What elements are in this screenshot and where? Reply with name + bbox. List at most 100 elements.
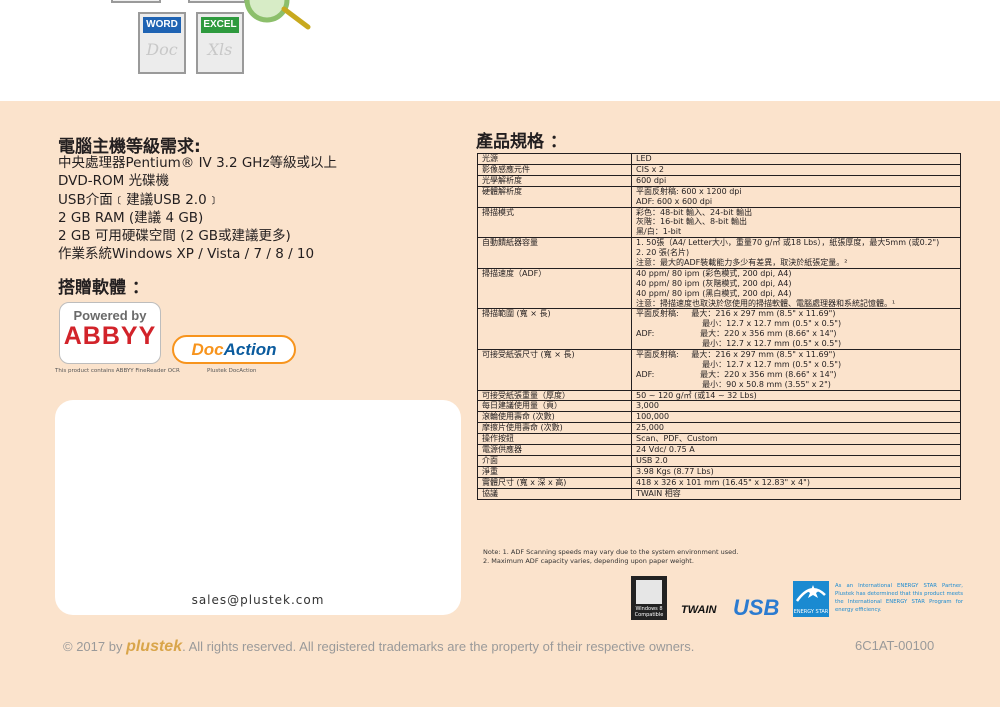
energy-star-statement: As an International ENERGY STAR Partner,… — [835, 583, 963, 613]
requirement-item: 中央處理器Pentium® IV 3.2 GHz等級或以上 — [58, 155, 338, 171]
spec-label: 光源 — [477, 153, 632, 165]
spec-note: Note: 1. ADF Scanning speeds may vary du… — [483, 548, 739, 556]
spec-value-line: 最小：90 x 50.8 mm (3.55" x 2") — [636, 379, 831, 389]
top-section: WORD Doc EXCEL Xls — [0, 0, 1000, 101]
spec-value: 平面反射稿: 最大：216 x 297 mm (8.5" x 11.69") 最… — [631, 308, 961, 350]
spec-row: 光源 LED — [477, 153, 961, 165]
spec-row: 掃描模式 彩色：48-bit 輸入、24-bit 輸出 灰階：16-bit 輸入、8… — [477, 206, 961, 239]
spec-value: USB 2.0 — [631, 454, 961, 467]
spec-label: 電源供應器 — [477, 444, 632, 456]
spec-value-line: 40 ppm/ 80 ipm (灰階模式, 200 dpi, A4) — [636, 278, 792, 288]
word-ghost-text: Doc — [146, 40, 178, 59]
bundled-software-title: 搭贈軟體 ： — [58, 278, 149, 298]
excel-file-icon: EXCEL Xls — [196, 12, 244, 74]
spec-value-line: 平面反射稿: 最大：216 x 297 mm (8.5" x 11.69") — [636, 309, 836, 319]
spec-value: 1. 50張（A4/ Letter大小，重量70 g/㎡ 或18 Lbs），紙張… — [631, 237, 961, 269]
docaction-action: Action — [223, 340, 277, 359]
energy-star-caption: ENERGY STAR — [793, 609, 829, 615]
spec-label: 摩擦片使用壽命 (次數) — [477, 422, 632, 435]
spec-label: 淨重 — [477, 465, 632, 478]
requirement-item: DVD-ROM 光碟機 — [58, 173, 170, 190]
spec-value-line: 注意：最大的ADF裝載能力多少有差異，取決於紙張定量。² — [636, 257, 848, 267]
spec-row: 可接受紙張尺寸 (寬 × 長) 平面反射稿: 最大：216 x 297 mm (8… — [477, 348, 961, 391]
spec-row: 掃描速度（ADF） 40 ppm/ 80 ipm (彩色模式, 200 dpi, … — [477, 267, 961, 310]
word-badge: WORD — [143, 17, 181, 33]
abbyy-powered-by: Powered by — [73, 308, 147, 323]
spec-value-line: 100,000 — [636, 412, 670, 422]
spec-value: CIS x 2 — [631, 163, 961, 176]
spec-value: LED — [631, 153, 961, 165]
magnifier-icon — [244, 0, 311, 30]
spec-value: 3,000 — [631, 400, 961, 413]
spec-row: 自動饋紙器容量 1. 50張（A4/ Letter大小，重量70 g/㎡ 或18 … — [477, 237, 961, 269]
spec-value-line: ADF: 最大：220 x 356 mm (8.66" x 14") — [636, 369, 837, 379]
spec-value: 50 ~ 120 g/㎡ (或14 ~ 32 Lbs) — [631, 389, 961, 402]
system-requirements-list: 中央處理器Pentium® IV 3.2 GHz等級或以上 DVD-ROM 光碟… — [58, 154, 337, 264]
spec-value: 24 Vdc/ 0.75 A — [631, 444, 961, 456]
spec-value-line: TWAIN 相容 — [636, 488, 681, 498]
spec-value-line: 418 x 326 x 101 mm (16.45" x 12.83" x 4"… — [636, 477, 810, 487]
spec-row: 電源供應器 24 Vdc/ 0.75 A — [477, 444, 961, 456]
spec-value-line: 24 Vdc/ 0.75 A — [636, 445, 695, 455]
spec-value-line: 最小：12.7 x 12.7 mm (0.5" x 0.5") — [636, 339, 842, 349]
previous-icon-bottom — [188, 0, 246, 3]
spec-label: 可接受紙張尺寸 (寬 × 長) — [477, 348, 632, 391]
spec-value-line: 灰階：16-bit 輸入、8-bit 輸出 — [636, 217, 748, 227]
spec-label: 每日建議使用量（頁） — [477, 400, 632, 413]
spec-value-line: 平面反射稿: 最大：216 x 297 mm (8.5" x 11.69") — [636, 349, 836, 359]
copyright-prefix: © 2017 by — [63, 639, 127, 654]
abbyy-logo: Powered by ABBYY — [59, 302, 161, 364]
spec-value: TWAIN 相容 — [631, 487, 961, 500]
requirement-item: USB介面﹝建議USB 2.0﹞ — [58, 191, 221, 208]
spec-value-line: 600 dpi — [636, 175, 667, 185]
spec-value: 100,000 — [631, 411, 961, 424]
requirement-item: 2 GB 可用硬碟空間 (2 GB或建議更多) — [58, 228, 291, 245]
spec-value-line: Scan、PDF、Custom — [636, 434, 718, 444]
spec-row: 光學解析度 600 dpi — [477, 174, 961, 187]
spec-label: 影像感應元件 — [477, 163, 632, 176]
spec-value: 600 dpi — [631, 174, 961, 187]
spec-value-line: USB 2.0 — [636, 455, 668, 465]
spec-value: 彩色：48-bit 輸入、24-bit 輸出 灰階：16-bit 輸入、8-bit… — [631, 206, 961, 239]
windows-compatible-logo: Windows 8 Compatible — [631, 576, 667, 620]
contact-panel: sales@plustek.com — [55, 400, 461, 615]
copyright-suffix: . All rights reserved. All registered tr… — [182, 639, 695, 654]
spec-value-line: 注意：掃描速度也取決於您使用的掃描軟體、電腦處理器和系統記憶體。¹ — [636, 298, 896, 308]
sales-email[interactable]: sales@plustek.com — [55, 593, 461, 607]
spec-row: 實體尺寸 (寬 x 深 x 高) 418 x 326 x 101 mm (16.4… — [477, 476, 961, 489]
twain-logo: TWAIN — [681, 604, 717, 616]
spec-value-line: 2. 20 張(名片) — [636, 248, 690, 258]
spec-label: 操作按鈕 — [477, 433, 632, 446]
excel-ghost-text: Xls — [207, 40, 233, 59]
spec-label: 掃描速度（ADF） — [477, 267, 632, 310]
spec-value-line: ADF: 600 x 600 dpi — [636, 196, 713, 206]
spec-value-line: 最小：12.7 x 12.7 mm (0.5" x 0.5") — [636, 319, 842, 329]
spec-value: 平面反射稿: 600 x 1200 dpi ADF: 600 x 600 dpi — [631, 185, 961, 208]
spec-value: 3.98 Kgs (8.77 Lbs) — [631, 465, 961, 478]
excel-badge: EXCEL — [201, 17, 239, 33]
spec-value: 40 ppm/ 80 ipm (彩色模式, 200 dpi, A4) 40 ppm… — [631, 267, 961, 310]
spec-value-line: 3.98 Kgs (8.77 Lbs) — [636, 466, 714, 476]
specifications-table: 光源 LED 影像感應元件 CIS x 2 光學解析度 600 dpi 硬體解析度 平面反射稿… — [477, 153, 961, 500]
spec-label: 可接受紙張重量（厚度） — [477, 389, 632, 402]
specifications-title: 產品規格 ： — [476, 132, 567, 152]
spec-row: 協議 TWAIN 相容 — [477, 487, 961, 500]
spec-notes: Note: 1. ADF Scanning speeds may vary du… — [483, 548, 738, 566]
spec-value-line: 3,000 — [636, 401, 659, 411]
spec-value-line: 彩色：48-bit 輸入、24-bit 輸出 — [636, 207, 753, 217]
abbyy-wordmark: ABBYY — [63, 322, 157, 350]
energy-star-icon — [795, 585, 826, 602]
spec-value-line: LED — [636, 154, 652, 163]
spec-row: 摩擦片使用壽命 (次數) 25,000 — [477, 422, 961, 435]
docaction-doc: Doc — [191, 340, 224, 359]
word-file-icon: WORD Doc — [138, 12, 186, 74]
plustek-logo: plustek — [126, 638, 183, 655]
spec-value-line: 40 ppm/ 80 ipm (黑白模式, 200 dpi, A4) — [636, 288, 792, 298]
spec-row: 介面 USB 2.0 — [477, 454, 961, 467]
requirement-item: 2 GB RAM (建議 4 GB) — [58, 209, 204, 226]
spec-label: 自動饋紙器容量 — [477, 237, 632, 269]
spec-label: 滾輪使用壽命 (次數) — [477, 411, 632, 424]
spec-row: 硬體解析度 平面反射稿: 600 x 1200 dpi ADF: 600 x 600… — [477, 185, 961, 208]
spec-row: 滾輪使用壽命 (次數) 100,000 — [477, 411, 961, 424]
usb-logo: USB — [733, 595, 780, 620]
